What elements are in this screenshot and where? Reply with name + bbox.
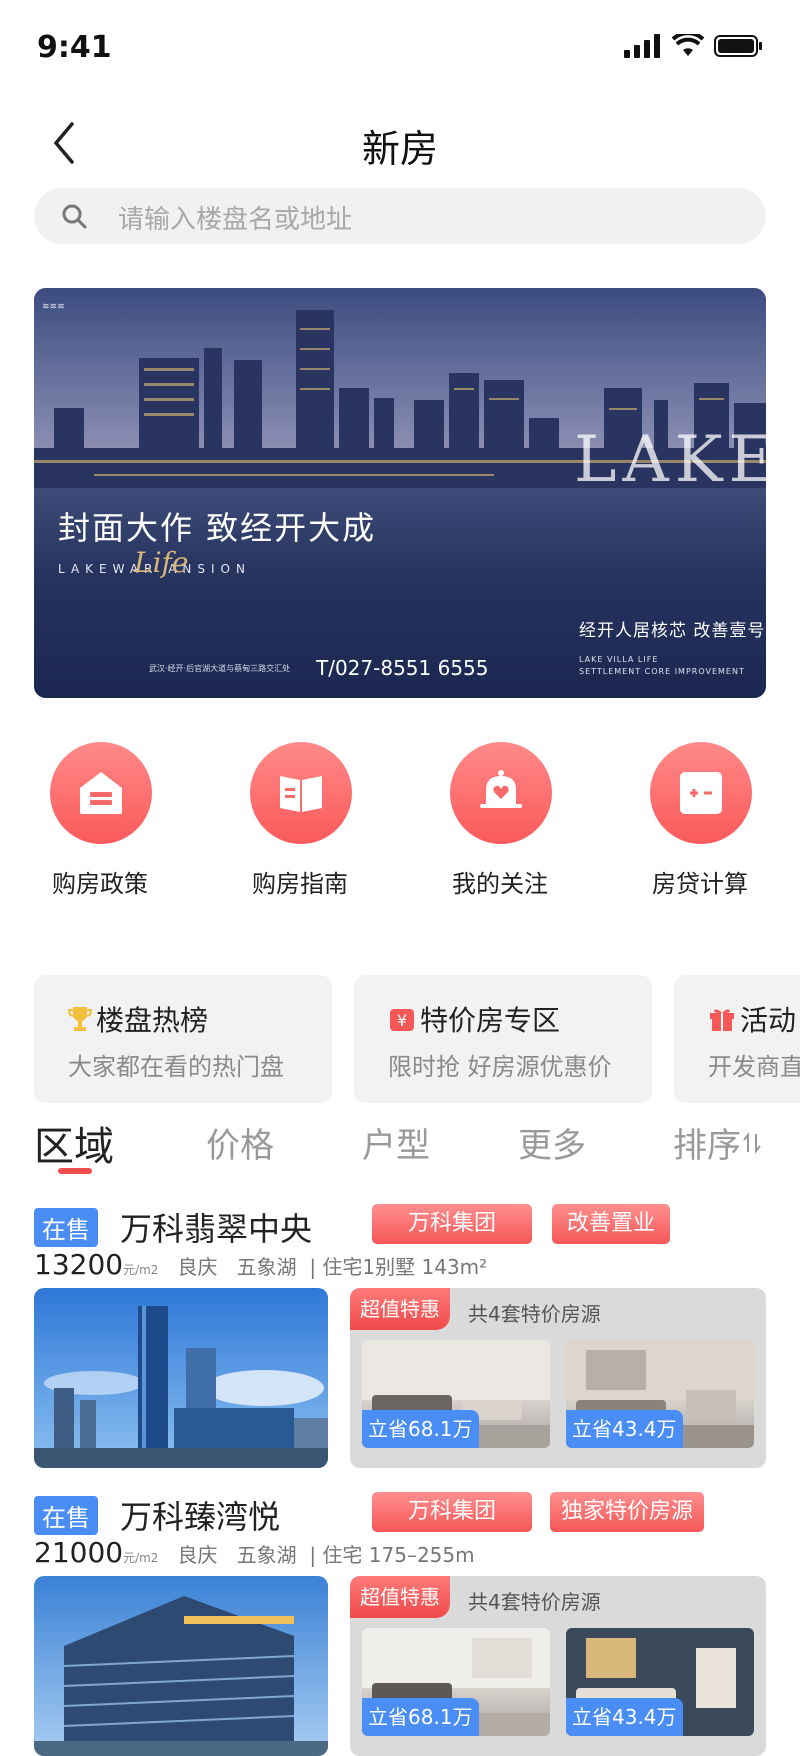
- banner-address: 武汉·经开·后官湖大道与蔡甸三路交汇处: [149, 664, 291, 673]
- deal-room-photo[interactable]: 立省68.1万: [362, 1340, 550, 1448]
- policy-house-icon: [50, 742, 152, 844]
- savings-label: 立省68.1万: [362, 1410, 479, 1448]
- deal-room-photo[interactable]: 立省43.4万: [566, 1628, 754, 1736]
- tab-sort[interactable]: 排序: [673, 1118, 761, 1167]
- wifi-icon: [672, 34, 704, 56]
- guide-book-icon: [250, 742, 352, 844]
- listing-district: 良庆: [177, 1543, 218, 1567]
- search-bar[interactable]: 请输入楼盘名或地址: [34, 188, 766, 244]
- sort-arrows-icon: [743, 1131, 761, 1154]
- search-icon: [62, 204, 87, 229]
- listing-tag: 改善置业: [552, 1204, 670, 1244]
- tab-layout[interactable]: 户型: [362, 1118, 430, 1167]
- banner-phone: T/027-8551 6555: [316, 656, 489, 680]
- promo-card-subtitle: 开发商直: [708, 1053, 800, 1081]
- promo-card-events[interactable]: 活动 开发商直: [674, 975, 800, 1103]
- promo-card-special-price[interactable]: ¥ 特价房专区 限时抢 好房源优惠价: [354, 975, 652, 1103]
- promo-card-title-row: 活动: [708, 999, 796, 1039]
- listing-tag: 万科集团: [372, 1204, 532, 1244]
- listing-title-row: 在售 万科臻湾悦: [34, 1492, 280, 1538]
- listing-photo[interactable]: [34, 1576, 328, 1756]
- promo-card-title: 特价房专区: [420, 1004, 561, 1037]
- listing-type: 住宅1别墅 143m²: [322, 1255, 488, 1279]
- listing-meta: 21000元/m2 良庆 五象湖 | 住宅 175–255m: [34, 1536, 475, 1569]
- savings-label: 立省43.4万: [566, 1410, 683, 1448]
- deal-room-photo[interactable]: 立省43.4万: [566, 1340, 754, 1448]
- tab-price[interactable]: 价格: [206, 1118, 274, 1167]
- savings-label: 立省43.4万: [566, 1698, 683, 1736]
- search-placeholder[interactable]: 请输入楼盘名或地址: [118, 199, 352, 236]
- quick-menu-policy[interactable]: 购房政策: [10, 742, 190, 902]
- quick-menu-label: 房贷计算: [652, 870, 748, 898]
- listing-tag: 万科集团: [372, 1492, 532, 1532]
- battery-icon: [714, 35, 762, 57]
- deals-panel[interactable]: 超值特惠 共4套特价房源 立省68.1万 立省43.4万: [350, 1576, 766, 1756]
- deal-tag: 超值特惠: [350, 1288, 450, 1330]
- banner-script-word: Life: [134, 546, 189, 579]
- status-time: 9:41: [37, 30, 112, 65]
- status-icons: [624, 34, 764, 58]
- listing-district: 良庆: [177, 1255, 218, 1279]
- signal-icon: [624, 34, 660, 58]
- bell-heart-icon: [450, 742, 552, 844]
- quick-menu-guide[interactable]: 购房指南: [210, 742, 390, 902]
- status-badge: 在售: [34, 1207, 98, 1247]
- svg-text:¥: ¥: [397, 1011, 407, 1030]
- listing-price-unit: 元/m2: [123, 1551, 159, 1565]
- quick-menu-label: 我的关注: [452, 870, 548, 898]
- listing-area: 五象湖: [236, 1543, 297, 1567]
- deal-room-photo[interactable]: 立省68.1万: [362, 1628, 550, 1736]
- quick-menu-label: 购房指南: [252, 870, 348, 898]
- promo-banner[interactable]: ≋≋≋ LAKEW 封面大作 致经开大成 LAKEWAR ANSION Life…: [34, 288, 766, 698]
- page-title: 新房: [361, 127, 438, 171]
- promo-card-title-row: ¥ 特价房专区: [388, 999, 560, 1039]
- calculator-icon: [650, 742, 752, 844]
- banner-large-text: LAKEW: [574, 423, 766, 497]
- listing-title-row: 在售 万科翡翠中央: [34, 1204, 312, 1250]
- quick-menu-label: 购房政策: [52, 870, 148, 898]
- quick-menu-calculator[interactable]: 房贷计算: [610, 742, 790, 902]
- listing-photo[interactable]: [34, 1288, 328, 1468]
- status-bar: 9:41: [0, 0, 800, 100]
- promo-card-title: 楼盘热榜: [96, 1004, 209, 1037]
- banner-logo: ≋≋≋: [42, 302, 65, 312]
- listing-price: 21000: [34, 1536, 124, 1569]
- active-tab-indicator: [58, 1168, 92, 1174]
- promo-card-title-row: 楼盘热榜: [68, 999, 208, 1039]
- yen-tag-icon: ¥: [390, 1009, 414, 1031]
- listing-price-unit: 元/m2: [123, 1263, 159, 1277]
- listing-tag: 独家特价房源: [550, 1492, 704, 1532]
- gift-icon: [710, 1009, 734, 1031]
- listing-name[interactable]: 万科翡翠中央: [120, 1204, 312, 1250]
- promo-card-hot-list[interactable]: 楼盘热榜 大家都在看的热门盘: [34, 975, 332, 1103]
- banner-tagline: 经开人居核芯 改善壹号: [579, 621, 766, 641]
- deals-panel[interactable]: 超值特惠 共4套特价房源 立省68.1万 立省43.4万: [350, 1288, 766, 1468]
- status-badge: 在售: [34, 1495, 98, 1535]
- trophy-icon: [68, 1007, 92, 1031]
- promo-card-subtitle: 限时抢 好房源优惠价: [388, 1053, 612, 1081]
- listing-area: 五象湖: [236, 1255, 297, 1279]
- listing-name[interactable]: 万科臻湾悦: [120, 1492, 280, 1538]
- tab-sort-label: 排序: [673, 1126, 741, 1166]
- deal-text: 共4套特价房源: [468, 1590, 601, 1614]
- deal-text: 共4套特价房源: [468, 1302, 601, 1326]
- banner-tagline-en: LAKE VILLA LIFE SETTLEMENT CORE IMPROVEM…: [579, 655, 745, 676]
- deal-tag: 超值特惠: [350, 1576, 450, 1618]
- listing-type: 住宅 175–255m: [322, 1543, 475, 1567]
- listing-price: 13200: [34, 1248, 124, 1281]
- quick-menu-follow[interactable]: 我的关注: [410, 742, 590, 902]
- savings-label: 立省68.1万: [362, 1698, 479, 1736]
- listing-meta: 13200元/m2 良庆 五象湖 | 住宅1别墅 143m²: [34, 1248, 488, 1281]
- tab-more[interactable]: 更多: [518, 1118, 586, 1167]
- promo-card-subtitle: 大家都在看的热门盘: [68, 1053, 284, 1081]
- promo-card-title: 活动: [740, 1004, 797, 1037]
- banner-headline: 封面大作 致经开大成: [58, 509, 377, 547]
- tab-region[interactable]: 区域: [34, 1114, 114, 1172]
